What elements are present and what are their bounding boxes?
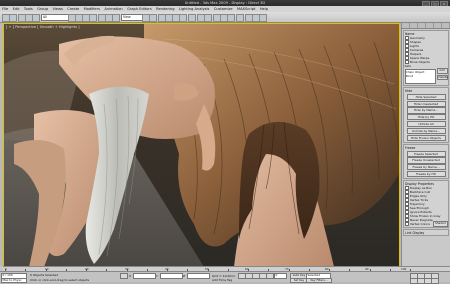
menu-tools[interactable]: Tools bbox=[22, 7, 35, 11]
unhide-by-name-button[interactable]: Unhide by Name... bbox=[407, 128, 446, 134]
selection-status: 0 Objects Selected bbox=[30, 273, 58, 277]
shaded-button[interactable]: Shaded bbox=[433, 221, 448, 227]
group-label: Sets bbox=[405, 64, 436, 68]
menu-animation[interactable]: Animation bbox=[102, 7, 125, 11]
selection-filter-dropdown[interactable]: All bbox=[41, 14, 69, 21]
command-panel: Name Geometry Shapes Lights Cameras Help… bbox=[401, 23, 450, 266]
freeze-by-name-button[interactable]: Freeze by Name... bbox=[407, 164, 446, 170]
freeze-by-hit-button[interactable]: Freeze by Hit bbox=[407, 171, 446, 177]
hide-frozen-objects-button[interactable]: Hide Frozen Objects bbox=[407, 135, 446, 141]
key-filters-button[interactable]: Key Filters... bbox=[306, 278, 332, 284]
lock-selection-icon[interactable] bbox=[120, 273, 128, 279]
list-item[interactable]: Point bbox=[406, 74, 434, 78]
hide-rollout: Hide Hide Selected Hide Unselected Hide … bbox=[403, 87, 449, 143]
manipulate-icon[interactable] bbox=[149, 14, 157, 22]
status-bar: 0 / 100 Max to Physc 0 Objects Selected … bbox=[0, 271, 450, 282]
display-properties-rollout: Display Properties Display as Box Backfa… bbox=[403, 180, 449, 228]
delete-button[interactable]: Delete bbox=[437, 75, 448, 81]
command-panel-tabs bbox=[402, 23, 450, 29]
named-selection-icon[interactable] bbox=[188, 14, 196, 22]
perspective-viewport[interactable]: [ + ] Perspective [ Smooth + Highlights … bbox=[3, 23, 400, 268]
window-title: Untitled - 3ds Max 2009 - Display : Dire… bbox=[0, 1, 450, 5]
menu-views[interactable]: Views bbox=[50, 7, 65, 11]
menu-create[interactable]: Create bbox=[65, 7, 81, 11]
category-list[interactable]: Chain Object Point bbox=[405, 69, 436, 85]
menu-edit[interactable]: Edit bbox=[10, 7, 21, 11]
add-button[interactable]: Add bbox=[437, 68, 448, 74]
spinner-snap-icon[interactable] bbox=[179, 14, 187, 22]
motion-tab-icon[interactable] bbox=[426, 23, 434, 28]
freeze-rollout: Freeze Freeze Selected Freeze Unselected… bbox=[403, 144, 449, 179]
link-display-rollout: Link Display bbox=[403, 229, 449, 237]
y-coordinate-field[interactable] bbox=[160, 273, 183, 279]
align-icon[interactable] bbox=[204, 14, 212, 22]
current-frame-field[interactable]: 0 bbox=[274, 273, 287, 279]
menu-graph-editors[interactable]: Graph Editors bbox=[125, 7, 154, 11]
render-production-icon[interactable] bbox=[259, 14, 267, 22]
x-coordinate-field[interactable] bbox=[133, 273, 156, 279]
menu-file[interactable]: File bbox=[0, 7, 10, 11]
schematic-view-icon[interactable] bbox=[227, 14, 235, 22]
menu-maxscript[interactable]: MAXScript bbox=[235, 7, 258, 11]
window-crossing-icon[interactable] bbox=[89, 14, 97, 22]
viewport-label[interactable]: [ + ] Perspective [ Smooth + Highlights … bbox=[6, 25, 80, 29]
checkbox-vertex-colors[interactable] bbox=[405, 222, 409, 226]
rollout-header[interactable]: Hide bbox=[405, 89, 448, 94]
create-tab-icon[interactable] bbox=[402, 23, 410, 28]
hide-by-hit-button[interactable]: Hide by Hit bbox=[407, 114, 446, 120]
menu-modifiers[interactable]: Modifiers bbox=[81, 7, 102, 11]
hierarchy-tab-icon[interactable] bbox=[418, 23, 426, 28]
select-scale-icon[interactable] bbox=[112, 14, 120, 22]
menu-help[interactable]: Help bbox=[258, 7, 271, 11]
menu-lighting-analysis[interactable]: Lighting Analysis bbox=[177, 7, 212, 11]
menu-rendering[interactable]: Rendering bbox=[154, 7, 177, 11]
main-toolbar: All View bbox=[0, 12, 450, 23]
hide-by-name-button[interactable]: Hide by Name... bbox=[407, 107, 446, 113]
utilities-tab-icon[interactable] bbox=[442, 23, 450, 28]
go-to-end-icon[interactable] bbox=[266, 273, 274, 279]
rollout-header[interactable]: Freeze bbox=[405, 145, 448, 150]
hide-by-category-rollout: Name Geometry Shapes Lights Cameras Help… bbox=[403, 30, 449, 86]
z-coordinate-field[interactable] bbox=[187, 273, 210, 279]
label: Vertex Colors bbox=[410, 222, 430, 226]
modify-tab-icon[interactable] bbox=[410, 23, 418, 28]
freeze-selected-button[interactable]: Freeze Selected bbox=[407, 151, 446, 157]
hide-unselected-button[interactable]: Hide Unselected bbox=[407, 101, 446, 107]
material-editor-icon[interactable] bbox=[236, 14, 244, 22]
bind-space-warp-icon[interactable] bbox=[32, 14, 40, 22]
maxscript-listener[interactable]: Max to Physc bbox=[1, 278, 27, 284]
menu-group[interactable]: Group bbox=[35, 7, 50, 11]
freeze-unselected-button[interactable]: Freeze Unselected bbox=[407, 157, 446, 163]
hide-selected-button[interactable]: Hide Selected bbox=[407, 94, 446, 100]
menu-customize[interactable]: Customize bbox=[212, 7, 235, 11]
scene-render bbox=[4, 24, 399, 267]
display-tab-icon[interactable] bbox=[434, 23, 442, 28]
unhide-all-button[interactable]: Unhide All bbox=[407, 121, 446, 127]
redo-icon[interactable] bbox=[9, 14, 17, 22]
reference-coordinate-dropdown[interactable]: View bbox=[121, 14, 143, 21]
rollout-header[interactable]: Link Display bbox=[405, 230, 448, 235]
